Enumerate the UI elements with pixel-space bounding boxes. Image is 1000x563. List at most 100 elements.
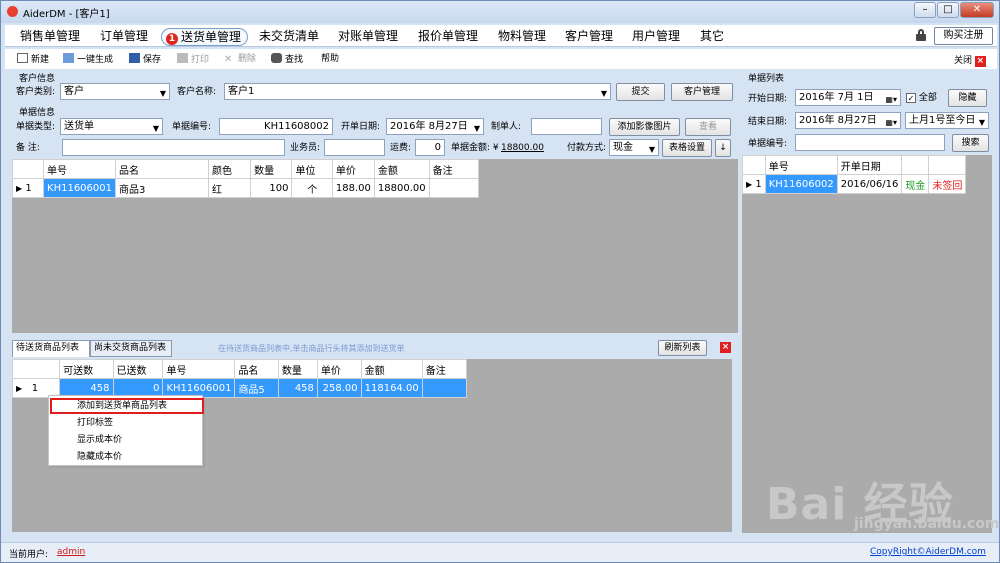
col-header[interactable]: 品名 [115, 159, 209, 179]
col-header[interactable]: 单价 [316, 359, 362, 379]
range-select[interactable]: 上月1号至今日 ▼ [905, 112, 989, 129]
table-cell[interactable]: 商品5 [234, 378, 279, 398]
menu-item-show-cost[interactable]: 显示成本价 [77, 434, 122, 446]
table-cell[interactable]: 现金 [901, 174, 930, 194]
table-cell[interactable]: 258.00 [316, 378, 362, 398]
maximize-button[interactable]: □ [937, 2, 959, 18]
table-row[interactable]: ▶ 1 KH11606001 商品3 红 100 个 188.00 18800.… [12, 178, 480, 198]
table-cell[interactable] [428, 178, 480, 198]
copyright-link[interactable]: CopyRight©AiderDM.com [870, 547, 986, 557]
generate-button[interactable]: 一键生成 [63, 53, 113, 66]
search-button[interactable]: 搜索 [952, 134, 989, 152]
doc-date-picker[interactable]: 2016年 8月27日 ▼ [386, 118, 484, 135]
customer-manage-button[interactable]: 客户管理 [671, 83, 733, 101]
table-cell[interactable]: 458 [277, 378, 318, 398]
start-date-picker[interactable]: 2016年 7月 1日 ▦▾ [795, 89, 901, 106]
table-row[interactable]: ▶ 1 KH11606002 2016/06/16 现金 未签回 [742, 174, 967, 194]
doc-type-select[interactable]: 送货单 ▼ [60, 118, 163, 135]
menu-statement[interactable]: 对账单管理 [338, 28, 398, 44]
col-header[interactable]: 数量 [250, 159, 293, 179]
delete-button[interactable]: ✕ 删除 [224, 53, 256, 65]
col-header[interactable]: 颜色 [207, 159, 252, 179]
arrow-down-button[interactable]: ↓ [715, 139, 731, 157]
close-window-button[interactable]: ✕ [960, 2, 994, 18]
close-icon[interactable]: × [720, 342, 731, 353]
menu-other[interactable]: 其它 [700, 28, 724, 44]
menu-item-add-to-delivery[interactable]: 添加到送货单商品列表 [77, 400, 167, 412]
table-cell[interactable]: 18800.00 [373, 178, 430, 198]
menu-materials[interactable]: 物料管理 [498, 28, 546, 44]
menu-undelivered[interactable]: 未交货清单 [259, 28, 319, 44]
col-header[interactable]: 单价 [331, 159, 375, 179]
tab-pending-delivery[interactable]: 待送货商品列表 [12, 340, 90, 357]
menu-item-hide-cost[interactable]: 隐藏成本价 [77, 451, 122, 463]
table-cell[interactable]: 118164.00 [360, 378, 423, 398]
refresh-list-button[interactable]: 刷新列表 [658, 340, 707, 356]
col-header[interactable]: 金额 [360, 359, 423, 379]
menu-delivery[interactable]: 1 送货单管理 [161, 28, 249, 46]
menu-orders[interactable]: 订单管理 [100, 28, 148, 44]
maker-field[interactable] [531, 118, 602, 135]
minimize-button[interactable]: – [914, 2, 936, 18]
add-image-button[interactable]: 添加影像图片 [609, 118, 680, 136]
watermark-url: jingyan.baidu.com [854, 516, 1000, 532]
row-header[interactable]: ▶ 1 [742, 174, 766, 194]
doc-no-field[interactable]: KH11608002 [219, 118, 333, 135]
end-date-picker[interactable]: 2016年 8月27日 ▦▾ [795, 112, 901, 129]
find-button[interactable]: 查找 [271, 53, 303, 66]
table-cell[interactable]: 未签回 [928, 174, 967, 194]
pay-method-select[interactable]: 现金 ▼ [609, 139, 659, 156]
current-user-link[interactable]: admin [57, 547, 85, 557]
table-cell[interactable]: 商品3 [115, 178, 209, 198]
save-button[interactable]: 保存 [129, 53, 161, 66]
remark-field[interactable] [62, 139, 285, 156]
table-cell[interactable]: KH11606001 [43, 178, 116, 198]
col-header[interactable] [928, 155, 967, 175]
close-tab-button[interactable]: 关闭 × [954, 53, 986, 67]
col-header[interactable]: 开单日期 [836, 155, 903, 175]
col-header[interactable] [901, 155, 930, 175]
menu-sales[interactable]: 销售单管理 [20, 28, 80, 44]
col-header[interactable]: 数量 [277, 359, 318, 379]
print-button[interactable]: 打印 [177, 53, 209, 66]
help-button[interactable]: 帮助 [321, 53, 339, 65]
table-setting-button[interactable]: 表格设置 [662, 139, 712, 157]
menu-users[interactable]: 用户管理 [632, 28, 680, 44]
customer-name-select[interactable]: 客户1 ▼ [224, 83, 611, 100]
table-cell[interactable]: KH11606002 [764, 174, 838, 194]
table-cell[interactable]: 2016/06/16 [836, 174, 903, 194]
notification-badge: 1 [166, 33, 178, 45]
row-header[interactable]: ▶ 1 [12, 178, 45, 198]
view-button[interactable]: 查看 [685, 118, 731, 136]
menu-customers[interactable]: 客户管理 [565, 28, 613, 44]
all-checkbox[interactable]: ✓ 全部 [906, 92, 937, 104]
col-header[interactable]: 已送数 [112, 359, 164, 379]
new-button[interactable]: 新建 [17, 53, 49, 66]
col-header[interactable]: 品名 [234, 359, 279, 379]
doc-type-label: 单据类型: [16, 122, 56, 132]
salesman-field[interactable] [324, 139, 385, 156]
table-cell[interactable]: 个 [291, 178, 333, 198]
col-header[interactable]: 备注 [428, 159, 480, 179]
col-header[interactable]: 单号 [764, 155, 838, 175]
table-cell[interactable]: 188.00 [331, 178, 375, 198]
lock-icon[interactable] [916, 29, 926, 41]
freight-field[interactable]: 0 [415, 139, 445, 156]
table-cell[interactable]: 红 [207, 178, 252, 198]
menu-quotation[interactable]: 报价单管理 [418, 28, 478, 44]
table-cell[interactable] [421, 378, 468, 398]
search-no-field[interactable] [795, 134, 945, 151]
col-header[interactable]: 单号 [43, 159, 116, 179]
col-header[interactable]: 可送数 [59, 359, 114, 379]
col-header[interactable]: 金额 [373, 159, 430, 179]
customer-type-select[interactable]: 客户 ▼ [60, 83, 170, 100]
submit-button[interactable]: 提交 [616, 83, 665, 101]
col-header[interactable]: 备注 [421, 359, 468, 379]
table-cell[interactable]: 100 [250, 178, 293, 198]
menu-item-print-label[interactable]: 打印标签 [77, 417, 113, 429]
col-header[interactable]: 单位 [291, 159, 333, 179]
tab-undelivered[interactable]: 尚未交货商品列表 [90, 340, 172, 357]
buy-register-button[interactable]: 购买注册 [934, 27, 993, 45]
col-header[interactable]: 单号 [162, 359, 236, 379]
hide-button[interactable]: 隐藏 [948, 89, 987, 107]
